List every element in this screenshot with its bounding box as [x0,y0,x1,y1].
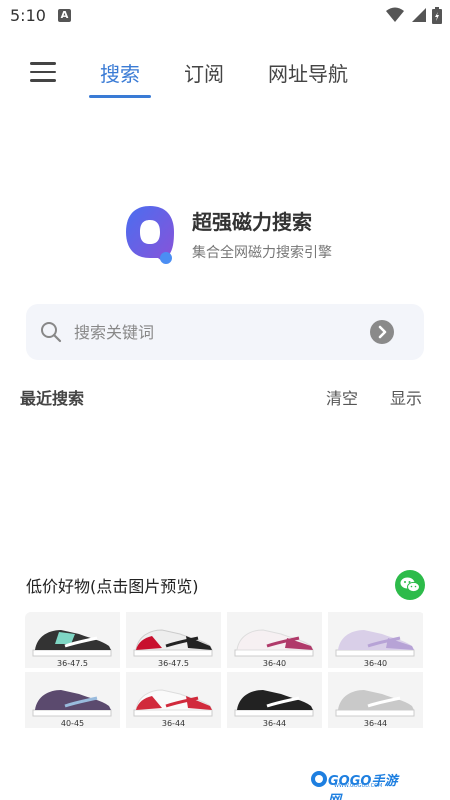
top-nav: 搜索 订阅 网址导航 [0,40,450,100]
product-grid: 36-47.5 36-47.5 36-40 36-40 40-45 36-44 … [25,612,425,738]
notification-icon: A [58,9,71,22]
brand-block: 超强磁力搜索 集合全网磁力搜索引擎 [122,200,382,272]
product-card[interactable]: 36-40 [227,612,322,668]
search-input[interactable] [74,318,364,346]
product-size: 36-44 [363,719,388,728]
search-box[interactable] [26,304,424,360]
app-tagline: 集合全网磁力搜索引擎 [192,245,332,261]
watermark: GOGO手游网 WWW.GOGUD.COM [310,768,402,800]
recent-search-header: 最近搜索 清空 显示 [20,385,430,409]
show-button[interactable]: 显示 [390,385,422,409]
product-size: 36-40 [262,659,287,668]
app-name: 超强磁力搜索 [192,210,312,234]
search-go-button[interactable] [370,320,394,344]
product-card[interactable]: 36-44 [126,672,221,728]
tab-search[interactable]: 搜索 [100,58,140,87]
search-icon [41,322,62,343]
wechat-button[interactable] [395,570,425,600]
signal-icon [412,8,426,22]
tab-subscribe[interactable]: 订阅 [184,58,224,87]
product-size: 36-44 [161,719,186,728]
chevron-right-icon [378,325,387,339]
tab-url-navigation[interactable]: 网址导航 [268,58,348,87]
product-size: 36-40 [363,659,388,668]
status-icons [386,6,442,24]
clear-button[interactable]: 清空 [326,385,358,409]
tab-indicator [89,95,151,98]
status-bar: 5:10 A [0,0,450,32]
product-card[interactable]: 36-47.5 [25,612,120,668]
product-card[interactable]: 36-44 [328,672,423,728]
product-card[interactable]: 36-44 [227,672,322,728]
menu-icon[interactable] [30,62,56,82]
status-time: 5:10 [10,6,46,25]
recent-search-title: 最近搜索 [20,389,85,408]
deals-title: 低价好物(点击图片预览) [26,577,199,596]
watermark-logo-icon [311,771,327,787]
wifi-icon [386,7,404,22]
app-logo-icon [126,206,174,264]
wechat-icon [400,577,420,593]
product-card[interactable]: 36-40 [328,612,423,668]
product-size: 40-45 [60,719,85,728]
product-size: 36-47.5 [57,659,88,668]
battery-icon [432,6,442,24]
product-size: 36-44 [262,719,287,728]
watermark-sub: WWW.GOGUD.COM [334,783,383,789]
product-card[interactable]: 36-47.5 [126,612,221,668]
product-card[interactable]: 40-45 [25,672,120,728]
product-size: 36-47.5 [158,659,189,668]
